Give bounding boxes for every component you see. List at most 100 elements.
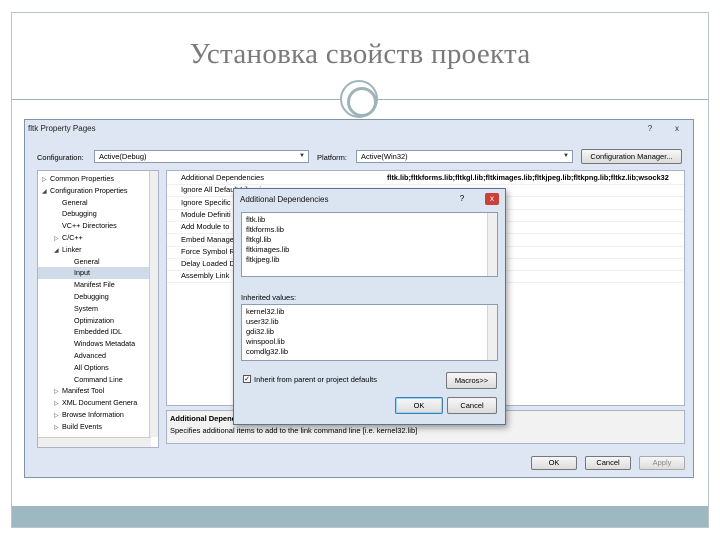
tree-item-label: Linker — [62, 244, 82, 254]
tree-item[interactable]: System — [38, 303, 151, 315]
dialog-close-icon[interactable]: x — [485, 193, 499, 205]
tree-item-label: General — [74, 256, 100, 266]
tree-item-label: Windows Metadata — [74, 339, 136, 349]
grid-property-name[interactable]: Force Symbol R — [181, 246, 235, 258]
tree-item-label: Common Properties — [50, 174, 114, 183]
grid-property-name[interactable]: Assembly Link — [181, 270, 229, 282]
tree-item[interactable]: General — [38, 256, 151, 268]
inherited-value: comdlg32.lib — [246, 347, 289, 356]
inherited-scrollbar[interactable] — [487, 305, 497, 360]
inherit-checkbox[interactable]: ✓ — [243, 375, 251, 383]
tree-item[interactable]: ▷ Build Events — [38, 421, 151, 433]
window-title: fltk Property Pages — [28, 124, 96, 133]
platform-value: Active(Win32) — [361, 152, 408, 161]
macros-button[interactable]: Macros>> — [446, 372, 497, 389]
tree-item-label: Embedded IDL — [74, 327, 122, 337]
inherited-value: kernel32.lib — [246, 307, 285, 316]
configuration-value: Active(Debug) — [99, 152, 147, 161]
grid-property-name[interactable]: Delay Loaded D — [181, 258, 235, 270]
dependency-line[interactable]: fltkgl.lib — [246, 235, 271, 245]
tree-item[interactable]: ▷ C/C++ — [38, 232, 151, 244]
tree-item-label: C/C++ — [62, 233, 83, 242]
tree-item[interactable]: All Options — [38, 362, 151, 374]
tree-horizontal-scrollbar[interactable] — [38, 437, 151, 447]
tree-item[interactable]: Command Line — [38, 374, 151, 386]
inherited-value: gdi32.lib — [246, 327, 274, 336]
tree-item[interactable]: ▷ XML Document Genera — [38, 397, 151, 409]
tree-item[interactable]: Windows Metadata — [38, 338, 151, 350]
tree-item-label: Browse Information — [62, 410, 124, 419]
grid-property-name[interactable]: Ignore Specific — [181, 197, 231, 209]
dependency-line[interactable]: fltkjpeg.lib — [246, 255, 279, 265]
close-icon[interactable]: x — [670, 123, 684, 134]
platform-select[interactable]: Active(Win32) ▼ — [356, 150, 573, 163]
dependency-line[interactable]: fltkimages.lib — [246, 245, 289, 255]
tree-item[interactable]: Debugging — [38, 291, 151, 303]
tree-item-label: Manifest File — [74, 280, 115, 290]
additional-dependencies-dialog: Additional Dependencies ? x fltk.lib fltk… — [233, 188, 506, 425]
dependency-line[interactable]: fltk.lib — [246, 215, 265, 225]
chevron-down-icon: ▼ — [299, 153, 305, 159]
grid-property-name[interactable]: Additional Dependencies — [181, 172, 264, 184]
tree-item-label: Optimization — [74, 315, 114, 325]
tree-item-label: Build Events — [62, 421, 102, 431]
tree-item[interactable]: ▷ Manifest Tool — [38, 385, 151, 397]
dialog-cancel-button[interactable]: Cancel — [447, 397, 497, 414]
tree-item[interactable]: Optimization — [38, 315, 151, 327]
tree-item-label: All Options — [74, 362, 109, 372]
tree-item-label: Debugging — [74, 292, 109, 301]
inherited-values-list: kernel32.lib user32.lib gdi32.lib winspool.… — [241, 304, 498, 361]
tree-vertical-scrollbar[interactable] — [149, 171, 158, 437]
inherited-value: winspool.lib — [246, 337, 285, 346]
grid-property-name[interactable]: Embed Manage — [181, 234, 234, 246]
tree-item-label: System — [74, 303, 98, 313]
tree-item[interactable]: ▷ Common Properties — [38, 173, 151, 185]
dialog-title: Additional Dependencies — [240, 195, 329, 204]
tree-item[interactable]: Input — [38, 267, 151, 280]
grid-property-name[interactable]: Module Definiti — [181, 209, 231, 221]
tree-item-label: Configuration Properties — [50, 185, 128, 195]
description-title: Additional Depende — [170, 414, 241, 423]
tree-item[interactable]: Debugging — [38, 208, 151, 220]
tree-item[interactable]: VC++ Directories — [38, 220, 151, 232]
dependencies-scrollbar[interactable] — [487, 213, 497, 276]
tree-item-label: Debugging — [62, 209, 97, 219]
chevron-down-icon: ▼ — [563, 153, 569, 159]
tree-item-label: Command Line — [74, 374, 123, 384]
cancel-button[interactable]: Cancel — [585, 456, 631, 470]
slide-title: Установка свойств проекта — [189, 38, 531, 70]
decorative-circle-icon — [340, 80, 378, 118]
tree-item-label: General — [62, 197, 88, 207]
dialog-ok-button[interactable]: OK — [395, 397, 443, 414]
tree-item[interactable]: ▷ Browse Information — [38, 409, 151, 421]
help-icon[interactable]: ? — [643, 123, 657, 134]
slide-footer-band — [12, 506, 708, 527]
tree-item[interactable]: General — [38, 197, 151, 209]
tree-item-label: XML Document Genera — [62, 398, 138, 408]
platform-label: Platform: — [317, 153, 348, 162]
configuration-manager-button[interactable]: Configuration Manager... — [581, 149, 682, 164]
expander-icon[interactable]: ▷ — [54, 423, 62, 435]
ok-button[interactable]: OK — [531, 456, 577, 470]
checkmark-icon: ✓ — [244, 376, 250, 383]
dependency-line[interactable]: fltkforms.lib — [246, 225, 284, 235]
tree-item-label: VC++ Directories — [62, 221, 117, 231]
tree-item[interactable]: ◢ Linker — [38, 244, 151, 256]
inherit-checkbox-label: Inherit from parent or project defaults — [254, 375, 377, 384]
configuration-label: Configuration: — [37, 153, 84, 162]
dialog-help-icon[interactable]: ? — [455, 193, 469, 205]
tree-item-label: Input — [74, 268, 90, 278]
tree-item[interactable]: Manifest File — [38, 279, 151, 291]
description-text: Specifies additional items to add to the… — [170, 426, 418, 435]
inherited-value: user32.lib — [246, 317, 279, 326]
apply-button[interactable]: Apply — [639, 456, 685, 470]
tree-item[interactable]: ◢ Configuration Properties — [38, 185, 151, 197]
tree-item-label: Manifest Tool — [62, 386, 105, 396]
configuration-select[interactable]: Active(Debug) ▼ — [94, 150, 309, 163]
grid-property-value[interactable]: fltk.lib;fltkforms.lib;fltkgl.lib;fltkim… — [387, 172, 669, 184]
tree-item[interactable]: Embedded IDL — [38, 326, 151, 338]
tree-item[interactable]: Advanced — [38, 350, 151, 362]
grid-property-name[interactable]: Add Module to — [181, 221, 229, 233]
dependencies-textbox[interactable]: fltk.lib fltkforms.lib fltkgl.lib fltkimage… — [241, 212, 498, 277]
property-tree: ▷ Common Properties ◢ Configuration Propert… — [37, 170, 159, 448]
